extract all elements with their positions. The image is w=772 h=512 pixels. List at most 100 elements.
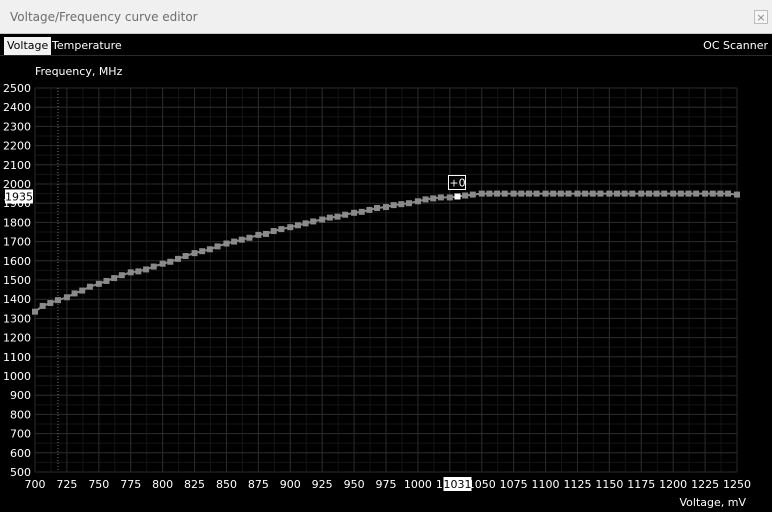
curve-point[interactable]	[39, 302, 46, 309]
curve-point[interactable]	[118, 272, 125, 279]
selected-curve-point[interactable]	[454, 193, 461, 200]
curve-point[interactable]	[653, 190, 660, 197]
curve-point[interactable]	[214, 243, 221, 250]
curve-point[interactable]	[278, 226, 285, 233]
curve-point[interactable]	[446, 194, 453, 201]
curve-point[interactable]	[54, 297, 61, 304]
curve-point[interactable]	[565, 190, 572, 197]
curve-point[interactable]	[398, 201, 405, 208]
curve-point[interactable]	[693, 190, 700, 197]
curve-point[interactable]	[103, 277, 110, 284]
curve-point[interactable]	[342, 211, 349, 218]
curve-point[interactable]	[231, 238, 238, 245]
curve-point[interactable]	[294, 222, 301, 229]
curve-point[interactable]	[143, 266, 150, 273]
curve-point[interactable]	[174, 255, 181, 262]
curve-point[interactable]	[614, 190, 621, 197]
curve-point[interactable]	[702, 190, 709, 197]
curve-point[interactable]	[135, 268, 142, 275]
x-tick-label: 1150	[595, 478, 623, 491]
curve-point[interactable]	[159, 260, 166, 267]
curve-point[interactable]	[95, 280, 102, 287]
curve-point[interactable]	[685, 190, 692, 197]
curve-point[interactable]	[270, 228, 277, 235]
curve-point[interactable]	[550, 190, 557, 197]
curve-point[interactable]	[334, 213, 341, 220]
curve-point[interactable]	[167, 258, 174, 265]
y-tick-label: 2200	[3, 140, 31, 153]
curve-point[interactable]	[606, 190, 613, 197]
curve-point[interactable]	[645, 190, 652, 197]
curve-point[interactable]	[79, 287, 86, 294]
curve-point[interactable]	[199, 248, 206, 255]
curve-point[interactable]	[263, 230, 270, 237]
oc-scanner-button[interactable]: OC Scanner	[703, 37, 768, 54]
curve-point[interactable]	[734, 191, 740, 198]
curve-point[interactable]	[319, 216, 326, 223]
curve-point[interactable]	[310, 218, 317, 225]
curve-point[interactable]	[574, 190, 581, 197]
curve-point[interactable]	[670, 190, 677, 197]
curve-point[interactable]	[351, 209, 358, 216]
curve-point[interactable]	[709, 190, 716, 197]
tab-temperature[interactable]: Temperature	[49, 37, 125, 55]
curve-point[interactable]	[414, 198, 421, 205]
curve-point[interactable]	[437, 194, 444, 201]
curve-point[interactable]	[182, 253, 189, 259]
x-tick-label: 775	[120, 478, 141, 491]
curve-point[interactable]	[478, 190, 485, 197]
curve-point[interactable]	[255, 231, 262, 238]
tab-voltage[interactable]: Voltage	[4, 37, 52, 55]
curve-point[interactable]	[542, 190, 549, 197]
curve-point[interactable]	[326, 214, 333, 221]
curve-point[interactable]	[383, 204, 389, 211]
curve-point[interactable]	[191, 250, 198, 257]
curve-point[interactable]	[597, 190, 604, 197]
x-tick-label: 925	[312, 478, 333, 491]
tab-bar: Voltage Temperature OC Scanner	[0, 34, 772, 56]
curve-point[interactable]	[582, 190, 589, 197]
curve-point[interactable]	[717, 190, 724, 197]
curve-point[interactable]	[358, 208, 365, 215]
curve-point[interactable]	[494, 190, 501, 197]
curve-point[interactable]	[86, 283, 93, 290]
curve-point[interactable]	[287, 224, 294, 231]
curve-point[interactable]	[206, 246, 213, 253]
curve-point[interactable]	[518, 190, 525, 197]
curve-point[interactable]	[486, 190, 493, 197]
curve-point[interactable]	[589, 190, 596, 197]
curve-point[interactable]	[71, 290, 78, 297]
curve-point[interactable]	[462, 192, 469, 199]
curve-point[interactable]	[557, 190, 564, 197]
curve-point[interactable]	[127, 269, 134, 276]
curve-point[interactable]	[501, 190, 508, 197]
curve-point[interactable]	[661, 190, 668, 197]
curve-point[interactable]	[430, 195, 437, 202]
curve-point[interactable]	[422, 196, 429, 203]
curve-point[interactable]	[629, 190, 636, 197]
vf-curve-chart[interactable]: 500 600 700 800 900 1000 1100 1200 1300 1400 1500 1…	[0, 56, 772, 509]
curve-point[interactable]	[111, 275, 118, 282]
curve-point[interactable]	[47, 300, 54, 307]
curve-point[interactable]	[32, 308, 38, 315]
curve-point[interactable]	[510, 190, 517, 197]
curve-point[interactable]	[246, 234, 253, 241]
curve-point[interactable]	[638, 190, 645, 197]
curve-point[interactable]	[621, 190, 628, 197]
close-button[interactable]: ×	[754, 10, 768, 24]
curve-point[interactable]	[677, 190, 684, 197]
curve-point[interactable]	[525, 190, 532, 197]
curve-point[interactable]	[223, 240, 230, 247]
curve-point[interactable]	[725, 190, 732, 197]
curve-point[interactable]	[533, 190, 540, 197]
curve-point[interactable]	[302, 220, 309, 227]
curve-point[interactable]	[374, 205, 381, 211]
curve-point[interactable]	[405, 200, 412, 207]
curve-point[interactable]	[366, 206, 373, 213]
curve-point[interactable]	[469, 191, 476, 198]
curve-point[interactable]	[390, 202, 397, 209]
curve-point[interactable]	[63, 294, 70, 301]
chart-svg[interactable]: 5006007008009001000110012001300140015001…	[0, 56, 772, 509]
curve-point[interactable]	[238, 236, 245, 243]
curve-point[interactable]	[150, 263, 157, 270]
